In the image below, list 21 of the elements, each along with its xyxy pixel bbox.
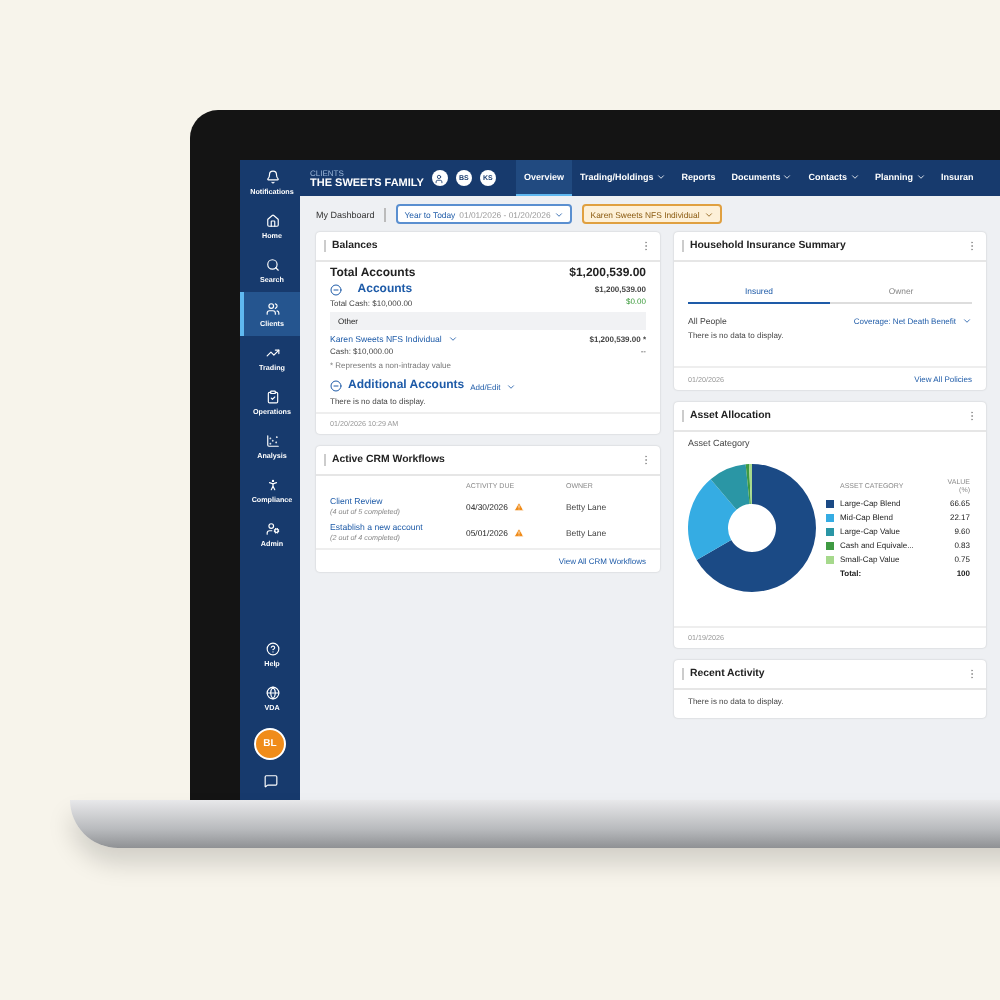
user-gear-icon (265, 521, 279, 535)
people-icon (265, 301, 279, 315)
caret-icon (554, 209, 565, 219)
globe-icon (265, 685, 279, 699)
caret-icon (447, 334, 458, 344)
search-icon (265, 257, 279, 271)
help-icon (265, 641, 279, 655)
caret-icon (506, 381, 517, 391)
home-icon (265, 213, 279, 227)
collapse-icon[interactable] (330, 284, 342, 296)
clipboard-icon (265, 389, 279, 403)
collapse-icon[interactable] (330, 380, 342, 392)
caret-icon (962, 316, 972, 326)
household-badge[interactable] (431, 170, 448, 186)
bell-icon (265, 169, 279, 183)
trend-icon (265, 345, 279, 359)
caret-icon (703, 209, 714, 219)
user-icon (434, 173, 445, 183)
figure-icon (265, 477, 279, 491)
scatter-icon (265, 433, 279, 447)
chat-icon[interactable] (263, 774, 277, 788)
